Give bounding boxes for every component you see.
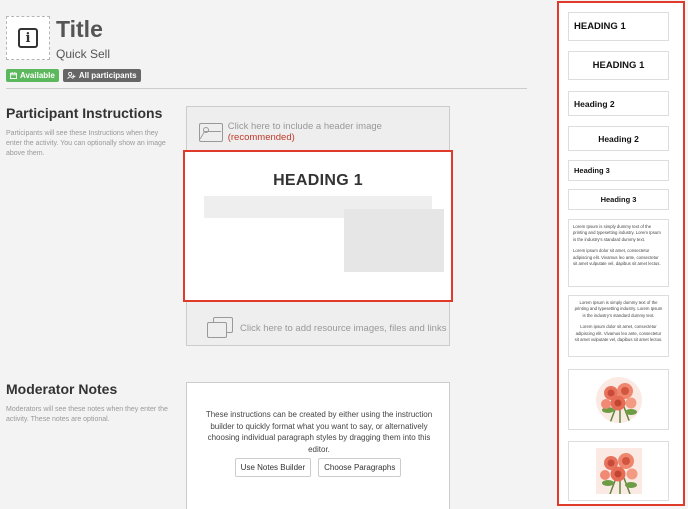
users-icon [67,72,76,79]
header-image-upload[interactable]: Click here to include a header image (re… [199,121,449,143]
paragraph-styles-sidebar: HEADING 1 HEADING 1 Heading 2 Heading 2 … [557,1,685,506]
style-image-circle[interactable] [568,369,669,430]
page-title[interactable]: Title [56,16,103,43]
style-heading2-center[interactable]: Heading 2 [568,126,669,151]
use-notes-builder-button[interactable]: Use Notes Builder [234,458,312,477]
header-divider [6,88,527,89]
style-label: HEADING 1 [592,60,645,71]
activity-icon-picker[interactable]: i [6,16,50,60]
roses-image [595,376,642,423]
resource-upload[interactable]: Click here to add resource images, files… [207,317,446,339]
main-panel: i Title Quick Sell Available All partici… [0,0,555,509]
recommended-label: (recommended) [227,132,295,143]
paragraph-line-2: Lorem ipsum dolor sit amet, consectetur … [573,248,661,267]
moderator-notes-description: Moderators will see these notes when the… [6,406,168,424]
style-heading1-center[interactable]: HEADING 1 [568,51,669,80]
page-subtitle: Quick Sell [56,47,111,61]
moderator-notes-editor[interactable]: These instructions can be created by eit… [186,382,450,509]
participants-badge[interactable]: All participants [62,69,141,82]
style-label: HEADING 1 [574,21,626,32]
style-heading1-left[interactable]: HEADING 1 [568,12,669,41]
image-icon [199,122,223,142]
status-badges: Available All participants [6,69,141,82]
style-label: Heading 2 [574,98,615,109]
notes-buttons: Use Notes Builder Choose Paragraphs [187,458,449,477]
participant-instructions-title: Participant Instructions [6,105,163,121]
drag-ghost [344,209,444,272]
choose-paragraphs-button[interactable]: Choose Paragraphs [318,458,402,477]
images-icon [207,317,235,339]
notes-body: These instructions can be created by eit… [205,410,433,454]
editor-heading: HEADING 1 [273,172,363,189]
style-paragraph-left[interactable]: Lorem Ipsum is simply dummy text of the … [568,219,669,287]
header-image-prompt: Click here to include a header image [227,121,382,132]
style-heading3-left[interactable]: Heading 3 [568,160,669,181]
paragraph-line-2: Lorem ipsum dolor sit amet, consectetur … [574,324,663,343]
style-paragraph-center[interactable]: Lorem Ipsum is simply dummy text of the … [568,295,669,357]
style-label: Heading 3 [600,195,637,204]
paragraph-line-1: Lorem Ipsum is simply dummy text of the … [574,300,663,318]
moderator-notes-title: Moderator Notes [6,381,118,397]
available-badge[interactable]: Available [6,69,59,82]
roses-image [595,448,642,494]
resource-prompt: Click here to add resource images, files… [240,322,447,334]
calendar-icon [10,72,17,79]
style-image-square[interactable] [568,441,669,501]
style-label: Heading 2 [598,133,639,144]
participant-instructions-description: Participants will see these Instructions… [6,130,166,158]
paragraph-preview: Lorem Ipsum is simply dummy text of the … [569,220,668,272]
style-heading3-center[interactable]: Heading 3 [568,189,669,210]
info-icon: i [18,28,38,48]
available-badge-label: Available [20,71,55,80]
paragraph-preview: Lorem Ipsum is simply dummy text of the … [569,296,668,348]
participants-badge-label: All participants [78,71,137,80]
style-label: Heading 3 [574,166,610,175]
instructions-editor[interactable]: HEADING 1 [183,150,453,302]
style-heading2-left[interactable]: Heading 2 [568,91,669,116]
paragraph-line-1: Lorem Ipsum is simply dummy text of the … [573,224,661,242]
